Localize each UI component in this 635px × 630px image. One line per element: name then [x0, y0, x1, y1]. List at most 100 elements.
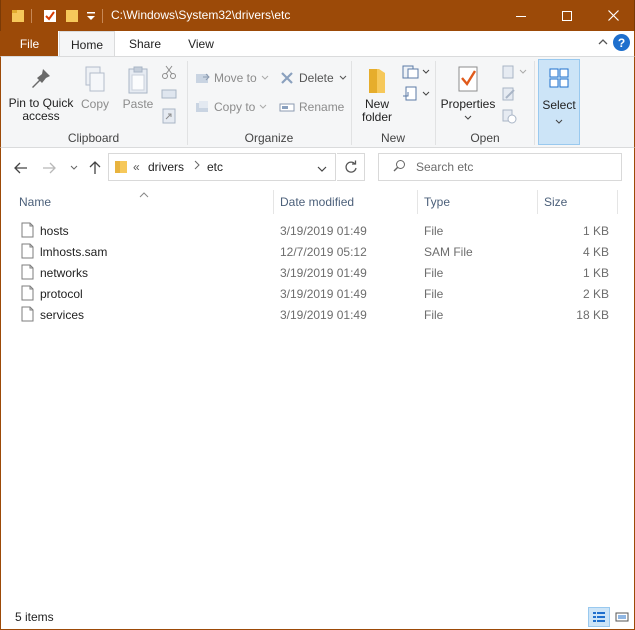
easy-access-icon: [403, 86, 417, 101]
help-icon[interactable]: ?: [613, 34, 630, 51]
select-button[interactable]: Select: [538, 59, 580, 145]
open-button[interactable]: [501, 63, 527, 81]
breadcrumb-overflow[interactable]: «: [133, 160, 140, 174]
file-date: 3/19/2019 01:49: [280, 307, 367, 322]
status-bar: 5 items: [0, 603, 635, 630]
paste-label: Paste: [122, 97, 154, 111]
new-folder-button[interactable]: New folder: [355, 65, 399, 124]
ribbon-separator: [534, 61, 535, 145]
paste-button[interactable]: Paste: [119, 65, 157, 111]
column-divider[interactable]: [537, 190, 538, 214]
chevron-down-icon: [555, 114, 563, 128]
up-button[interactable]: [85, 158, 105, 178]
move-to-icon: [196, 73, 210, 83]
column-header-date[interactable]: Date modified: [280, 188, 410, 216]
file-row-networks[interactable]: networks 3/19/2019 01:49 File 1 KB: [13, 262, 618, 283]
pin-icon: [7, 67, 75, 93]
recent-locations-button[interactable]: [64, 158, 84, 178]
easy-access-button[interactable]: [402, 85, 430, 103]
details-view-button[interactable]: [588, 607, 610, 627]
forward-button[interactable]: [39, 158, 59, 178]
file-icon: [21, 285, 34, 301]
file-row-lmhosts[interactable]: lmhosts.sam 12/7/2019 05:12 SAM File 4 K…: [13, 241, 618, 262]
column-header-size[interactable]: Size: [544, 188, 614, 216]
edit-icon[interactable]: [501, 85, 517, 103]
paste-shortcut-icon[interactable]: [161, 107, 177, 125]
rename-button[interactable]: Rename: [279, 98, 344, 116]
file-list: Name Date modified Type Size hosts 3/19/…: [0, 188, 635, 603]
copy-icon: [77, 65, 113, 95]
properties-icon: [439, 65, 497, 95]
move-to-label: Move to: [214, 71, 257, 85]
large-icons-view-button[interactable]: [611, 607, 633, 627]
properties-button[interactable]: Properties: [439, 65, 497, 124]
file-icon: [21, 306, 34, 322]
file-type: File: [424, 286, 444, 301]
file-type: File: [424, 307, 444, 322]
copy-path-icon[interactable]: [161, 85, 177, 103]
delete-icon: [281, 72, 293, 84]
tab-home[interactable]: Home: [59, 31, 115, 57]
breadcrumb-separator-icon[interactable]: [193, 159, 201, 174]
new-item-button[interactable]: [402, 63, 430, 81]
open-group-label: Open: [470, 131, 500, 145]
tab-file[interactable]: File: [1, 31, 58, 56]
ribbon-tabs: File Home Share View ?: [0, 31, 635, 57]
file-date: 3/19/2019 01:49: [280, 265, 367, 280]
folder-icon: [114, 160, 128, 177]
chevron-down-icon: [260, 104, 267, 109]
back-button[interactable]: [11, 158, 31, 178]
new-folder-quick-icon[interactable]: [65, 6, 79, 26]
column-header-type[interactable]: Type: [424, 188, 534, 216]
search-input[interactable]: Search etc: [416, 160, 473, 174]
navigation-bar: « drivers etc Search etc: [0, 148, 635, 188]
file-date: 12/7/2019 05:12: [280, 244, 367, 259]
properties-quick-icon[interactable]: [43, 6, 57, 26]
cut-icon[interactable]: [161, 63, 177, 81]
breadcrumb-drivers[interactable]: drivers: [148, 160, 184, 174]
up-arrow-icon: [89, 161, 101, 174]
file-row-services[interactable]: services 3/19/2019 01:49 File 18 KB: [13, 304, 618, 325]
open-icon: [502, 65, 514, 79]
file-row-protocol[interactable]: protocol 3/19/2019 01:49 File 2 KB: [13, 283, 618, 304]
chevron-down-icon: [339, 75, 347, 80]
address-history-chevron-icon[interactable]: [317, 163, 327, 177]
maximize-button[interactable]: [544, 0, 590, 31]
clipboard-group-label: Clipboard: [67, 131, 120, 145]
tab-share[interactable]: Share: [119, 31, 171, 56]
select-all-icon: [549, 68, 569, 91]
minimize-button[interactable]: [498, 0, 544, 31]
file-row-hosts[interactable]: hosts 3/19/2019 01:49 File 1 KB: [13, 220, 618, 241]
copy-label: Copy: [80, 97, 109, 111]
chevron-down-icon: [70, 165, 78, 170]
pin-label-line2: access: [22, 109, 60, 123]
chevron-down-icon: [261, 75, 269, 80]
search-box[interactable]: Search etc: [378, 153, 622, 181]
organize-group-label: Organize: [244, 131, 294, 145]
file-date: 3/19/2019 01:49: [280, 223, 367, 238]
file-name: services: [40, 307, 85, 322]
copy-to-button[interactable]: Copy to: [195, 98, 267, 116]
column-divider[interactable]: [617, 190, 618, 214]
close-button[interactable]: [590, 0, 635, 31]
breadcrumb-etc[interactable]: etc: [207, 160, 223, 174]
file-name: hosts: [40, 223, 69, 238]
address-bar[interactable]: « drivers etc: [108, 153, 336, 181]
forward-arrow-icon: [43, 162, 56, 174]
column-divider[interactable]: [273, 190, 274, 214]
column-header-name[interactable]: Name: [19, 188, 269, 216]
delete-button[interactable]: Delete: [279, 69, 347, 87]
refresh-button[interactable]: [337, 153, 365, 181]
move-to-button[interactable]: Move to: [195, 69, 269, 87]
new-folder-label-line2: folder: [361, 110, 393, 124]
item-count: 5 items: [15, 610, 54, 624]
column-divider[interactable]: [417, 190, 418, 214]
minimize-ribbon-icon[interactable]: [598, 38, 608, 46]
pin-to-quick-access-button[interactable]: Pin to Quick access: [7, 67, 75, 123]
copy-button[interactable]: Copy: [77, 65, 113, 111]
history-icon[interactable]: [501, 107, 517, 125]
file-type: SAM File: [424, 244, 473, 259]
tab-view[interactable]: View: [176, 31, 226, 56]
customize-quick-access-icon[interactable]: [85, 6, 97, 26]
new-item-icon: [402, 65, 419, 79]
